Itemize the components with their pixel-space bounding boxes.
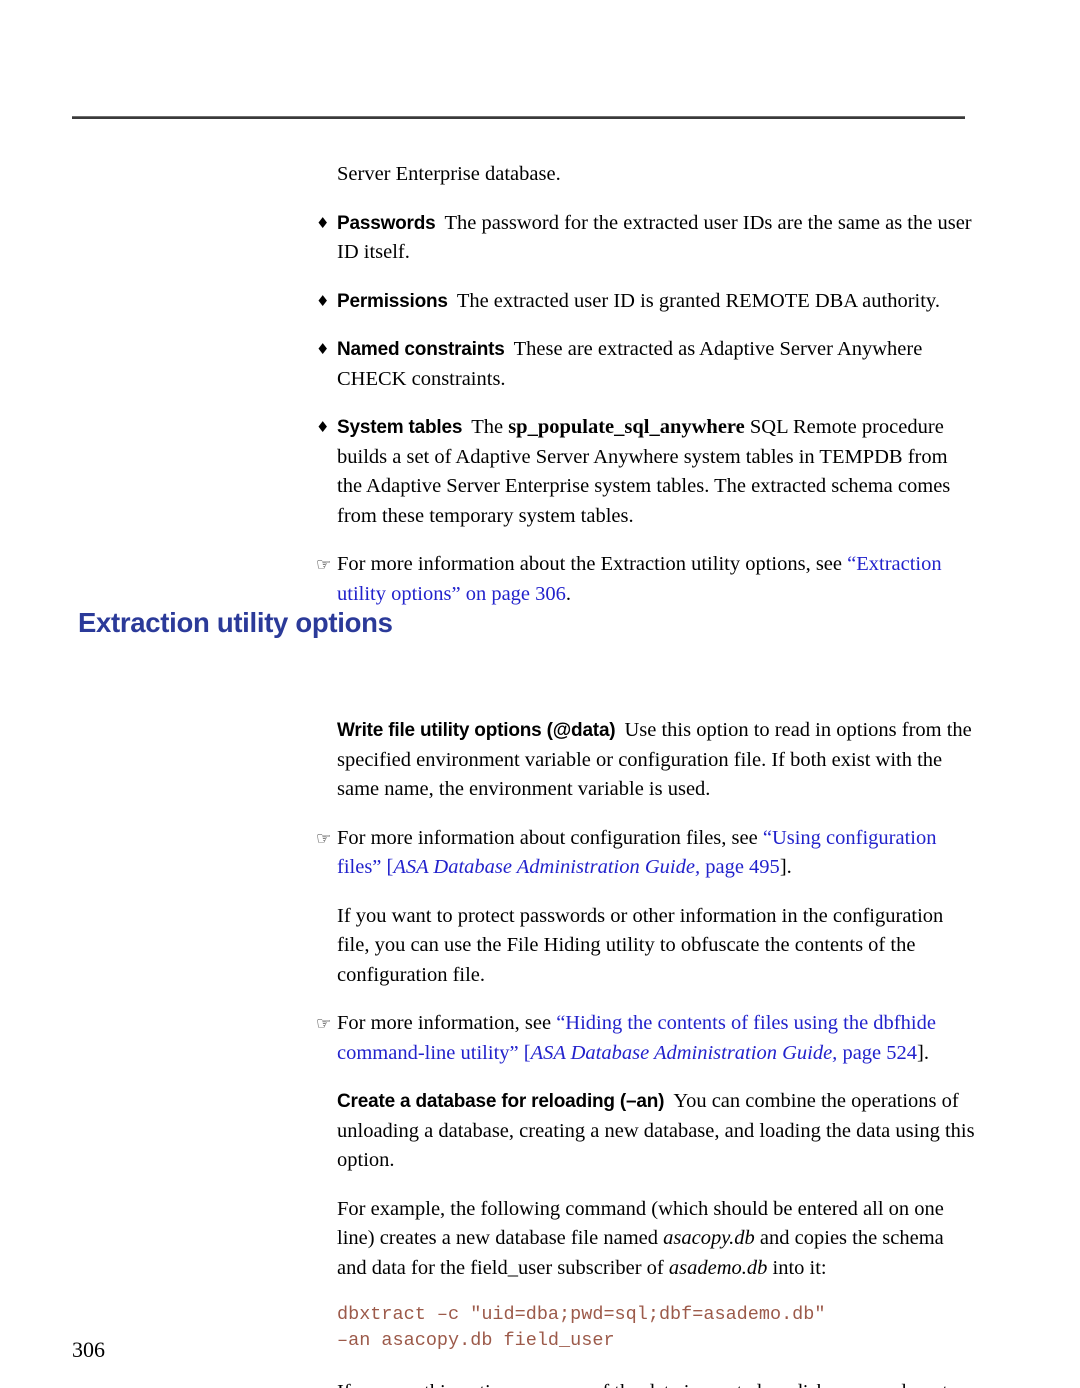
continuation-paragraph: Server Enterprise database. bbox=[337, 163, 561, 185]
cross-reference-extraction-options: ☞ For more information about the Extract… bbox=[316, 550, 976, 609]
pointing-hand-icon: ☞ bbox=[316, 1014, 332, 1034]
bullet-text-system-tables-before: The bbox=[471, 416, 509, 438]
bold-term-sp-populate-sql-anywhere: sp_populate_sql_anywhere bbox=[508, 416, 745, 438]
option-label-create-database-for-reloading: Create a database for reloading (–an) bbox=[337, 1091, 665, 1112]
xref-book-title: ASA Database Administration Guide, bbox=[530, 1041, 838, 1064]
option-write-file-utility: Write file utility options (@data) Use th… bbox=[337, 716, 976, 805]
diamond-bullet-icon: ♦ bbox=[316, 340, 330, 358]
bullet-item-named-constraints: ♦ Named constraints These are extracted a… bbox=[316, 335, 976, 394]
xref-lead-text: For more information about configuration… bbox=[337, 826, 763, 849]
option-create-database-for-reloading: Create a database for reloading (–an) You… bbox=[337, 1087, 976, 1176]
diamond-bullet-icon: ♦ bbox=[316, 418, 330, 436]
xref-tail: . bbox=[565, 582, 572, 605]
diamond-bullet-icon: ♦ bbox=[316, 213, 330, 232]
heading-spacer bbox=[316, 628, 976, 716]
cross-reference-using-configuration-files: ☞ For more information about configurati… bbox=[316, 824, 976, 883]
xref-bracket-open: [ bbox=[523, 1041, 531, 1064]
xref-lead-text: For more information, see bbox=[337, 1012, 557, 1034]
bullet-label-permissions: Permissions bbox=[337, 290, 448, 312]
section-heading-extraction-utility-options: Extraction utility options bbox=[78, 607, 393, 638]
paragraph-protect-passwords: If you want to protect passwords or othe… bbox=[337, 904, 944, 986]
filename-asademo-db: asademo.db bbox=[668, 1256, 768, 1279]
page-number-folio: 306 bbox=[72, 1337, 105, 1362]
xref-lead-text: For more information about the Extractio… bbox=[337, 553, 848, 575]
filename-asacopy-db: asacopy.db bbox=[663, 1227, 755, 1249]
option-label-write-file-utility: Write file utility options (@data) bbox=[337, 720, 616, 741]
page-content: Server Enterprise database. ♦ Passwords T… bbox=[316, 160, 976, 1388]
bullet-item-permissions: ♦ Permissions The extracted user ID is gr… bbox=[316, 287, 976, 317]
bullet-label-system-tables: System tables bbox=[337, 417, 463, 438]
xref-page-ref: page 524 bbox=[837, 1041, 918, 1064]
bullet-item-passwords: ♦ Passwords The password for the extracte… bbox=[316, 209, 976, 268]
xref-tail: . bbox=[923, 1041, 929, 1064]
cross-reference-dbfhide: ☞ For more information, see “Hiding the … bbox=[316, 1009, 976, 1068]
xref-tail: . bbox=[786, 856, 792, 878]
header-rule bbox=[72, 116, 965, 119]
pointing-hand-icon: ☞ bbox=[316, 828, 332, 849]
paragraph-closing: If you use this option, no copy of the d… bbox=[337, 1378, 976, 1388]
diamond-bullet-icon: ♦ bbox=[316, 291, 330, 310]
pointing-hand-icon: ☞ bbox=[316, 555, 332, 575]
bullet-text-permissions: The extracted user ID is granted REMOTE … bbox=[456, 289, 940, 312]
bullet-item-system-tables: ♦ System tables The sp_populate_sql_anywh… bbox=[316, 413, 976, 531]
xref-book-title: ASA Database Administration Guide, bbox=[393, 856, 701, 878]
bullet-label-passwords: Passwords bbox=[337, 212, 436, 234]
paragraph-example-intro: For example, the following command (whic… bbox=[337, 1195, 976, 1284]
example-intro-part3: into it: bbox=[767, 1256, 827, 1279]
xref-bracket-close: ] bbox=[779, 856, 787, 878]
xref-bracket-close: ] bbox=[917, 1041, 924, 1064]
code-block-dbxtract-command: dbxtract –c "uid=dba;pwd=sql;dbf=asademo… bbox=[337, 1304, 826, 1351]
xref-page-ref: page 495 bbox=[700, 856, 780, 878]
document-page: Server Enterprise database. ♦ Passwords T… bbox=[0, 0, 1080, 1388]
bullet-label-named-constraints: Named constraints bbox=[337, 339, 505, 360]
